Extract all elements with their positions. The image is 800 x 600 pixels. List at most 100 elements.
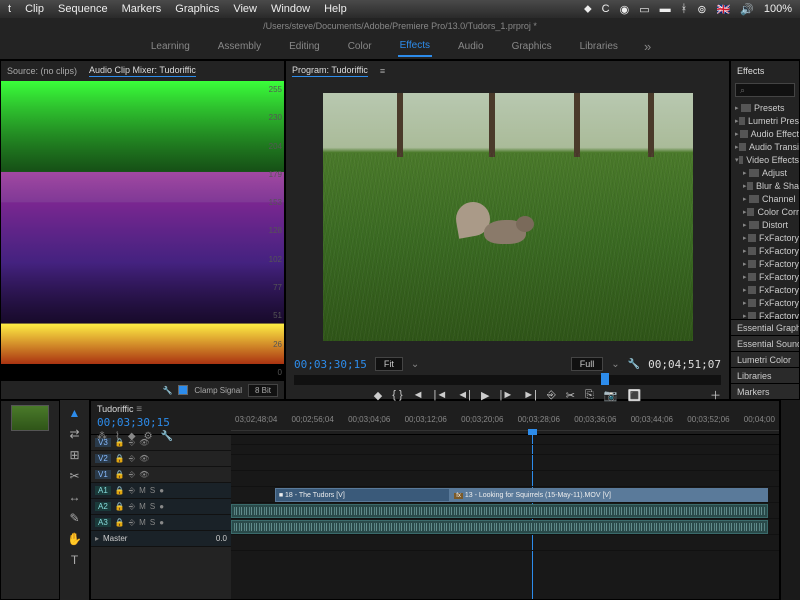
lock-icon[interactable]: 🔒	[115, 502, 125, 511]
panel-tab[interactable]: Markers	[731, 383, 799, 399]
lock-icon[interactable]: 🔒	[115, 454, 125, 463]
audio-mixer-tab[interactable]: Audio Clip Mixer: Tudoriffic	[89, 65, 196, 77]
tab-effects[interactable]: Effects	[398, 36, 432, 57]
comparison-icon[interactable]: 🔳	[628, 389, 642, 402]
sequence-name[interactable]: Tudoriffic	[97, 404, 134, 414]
lift-icon[interactable]: ✂	[566, 389, 575, 402]
effects-folder[interactable]: ▸Audio Effect	[731, 127, 799, 140]
tab-audio[interactable]: Audio	[456, 37, 486, 56]
step-fwd-icon[interactable]: ►|	[523, 389, 537, 401]
track-lane[interactable]	[231, 455, 779, 471]
track-header[interactable]: V1🔒⎆👁	[91, 467, 231, 483]
wrench-icon[interactable]: 🔧	[628, 359, 640, 370]
record-icon[interactable]: ◉	[620, 3, 630, 16]
panel-tab[interactable]: Lumetri Color	[731, 351, 799, 367]
effects-folder[interactable]: ▸Blur & Sha	[731, 179, 799, 192]
flag-icon[interactable]: 🇬🇧	[716, 3, 730, 16]
solo-icon[interactable]: S	[150, 518, 155, 527]
wrench-icon[interactable]: 🔧	[161, 431, 173, 442]
battery-icon[interactable]: ▬	[660, 3, 671, 15]
rec-icon[interactable]: ●	[159, 486, 164, 495]
tab-color[interactable]: Color	[346, 37, 374, 56]
track-select-tool-icon[interactable]: ⇄	[69, 427, 79, 441]
sync-icon[interactable]: ⎆	[129, 518, 135, 528]
timeline-clip[interactable]	[231, 504, 768, 518]
source-tab[interactable]: Source: (no clips)	[7, 66, 77, 76]
wrench-icon[interactable]: 🔧	[162, 386, 172, 395]
effects-folder[interactable]: ▸Channel	[731, 192, 799, 205]
tab-learning[interactable]: Learning	[149, 37, 192, 56]
effects-folder[interactable]: ▸FxFactory	[731, 231, 799, 244]
eye-icon[interactable]: 👁	[139, 454, 149, 463]
menu-item[interactable]: Window	[271, 3, 310, 15]
effects-folder[interactable]: ▸Adjust	[731, 166, 799, 179]
volume-icon[interactable]: 🔊	[740, 3, 754, 16]
effects-folder[interactable]: ▸FxFactory	[731, 270, 799, 283]
dropbox-icon[interactable]: ⬥	[584, 3, 592, 16]
lock-icon[interactable]: 🔒	[115, 518, 125, 527]
mute-icon[interactable]: M	[139, 486, 146, 495]
track-area[interactable]: ■ 18 - The Tudors [V]fx13 - Looking for …	[231, 435, 779, 599]
display-icon[interactable]: ▭	[639, 3, 649, 16]
timeline-clip[interactable]: ■ 18 - The Tudors [V]	[275, 488, 450, 502]
menu-item[interactable]: Markers	[122, 3, 162, 15]
linked-sel-icon[interactable]: ⌇	[115, 431, 120, 442]
selection-tool-icon[interactable]: ▲	[69, 406, 81, 420]
track-header[interactable]: A1🔒⎆MS●	[91, 483, 231, 499]
track-lane[interactable]	[231, 471, 779, 487]
effects-folder[interactable]: ▾Video Effects	[731, 153, 799, 166]
tab-libraries[interactable]: Libraries	[578, 37, 620, 56]
mute-icon[interactable]: M	[139, 518, 146, 527]
play-icon[interactable]: ▶	[481, 389, 489, 402]
panel-menu-icon[interactable]: ≡	[380, 66, 385, 76]
step-back-icon[interactable]: |◄	[434, 389, 448, 401]
rec-icon[interactable]: ●	[159, 518, 164, 527]
effects-folder[interactable]: ▸FxFactory	[731, 244, 799, 257]
export-frame-icon[interactable]: 📷	[604, 389, 618, 402]
program-video[interactable]	[323, 93, 693, 341]
razor-tool-icon[interactable]: ✂	[69, 469, 79, 483]
menu-item[interactable]: Clip	[25, 3, 44, 15]
frame-back-icon[interactable]: ◄|	[457, 389, 471, 401]
wifi-icon[interactable]: ⊚	[697, 3, 706, 16]
panel-tab[interactable]: Essential Sound	[731, 335, 799, 351]
zoom-fit-select[interactable]: Fit	[375, 357, 403, 371]
go-to-out-icon[interactable]: ⎆	[547, 389, 556, 402]
timeline-clip[interactable]	[231, 520, 768, 534]
go-to-in-icon[interactable]: ◄	[413, 389, 424, 401]
eye-icon[interactable]: 👁	[139, 470, 149, 479]
sync-icon[interactable]: ⎆	[129, 454, 135, 464]
tab-editing[interactable]: Editing	[287, 37, 322, 56]
program-timecode[interactable]: 00;03;30;15	[294, 358, 367, 371]
panel-tab[interactable]: Libraries	[731, 367, 799, 383]
workspace-overflow-icon[interactable]: »	[644, 39, 651, 54]
solo-icon[interactable]: S	[150, 486, 155, 495]
effects-search[interactable]: ⌕	[735, 83, 795, 97]
effects-folder[interactable]: ▸Lumetri Pres	[731, 114, 799, 127]
bluetooth-icon[interactable]: ᚼ	[681, 3, 688, 15]
marker-icon[interactable]: ◆	[374, 389, 382, 402]
pen-tool-icon[interactable]: ✎	[69, 511, 79, 525]
menu-item[interactable]: Help	[324, 3, 347, 15]
frame-fwd-icon[interactable]: |►	[499, 389, 513, 401]
inout-icon[interactable]: { }	[392, 389, 402, 401]
effects-folder[interactable]: ▸FxFactory	[731, 257, 799, 270]
sync-icon[interactable]: ⎆	[129, 486, 135, 496]
sync-icon[interactable]: ⎆	[129, 470, 135, 480]
tab-assembly[interactable]: Assembly	[216, 37, 263, 56]
mute-icon[interactable]: M	[139, 502, 146, 511]
slip-tool-icon[interactable]: ↔	[69, 490, 81, 504]
menu-item[interactable]: t	[8, 3, 11, 15]
effects-folder[interactable]: ▸Audio Transi	[731, 140, 799, 153]
panel-tab[interactable]: Essential Graphics	[731, 319, 799, 335]
lock-icon[interactable]: 🔒	[115, 486, 125, 495]
effects-folder[interactable]: ▸Distort	[731, 218, 799, 231]
track-header[interactable]: A3🔒⎆MS●	[91, 515, 231, 531]
effects-folder[interactable]: ▸FxFactory	[731, 283, 799, 296]
time-ruler[interactable]: 03;02;48;0400;02;56;0400;03;04;0600;03;1…	[231, 415, 779, 431]
settings-icon[interactable]: ⚙	[144, 431, 153, 442]
bin-thumbnail[interactable]	[11, 405, 49, 431]
hand-tool-icon[interactable]: ✋	[67, 532, 82, 546]
clamp-checkbox[interactable]	[178, 385, 188, 395]
quality-select[interactable]: Full	[571, 357, 604, 371]
